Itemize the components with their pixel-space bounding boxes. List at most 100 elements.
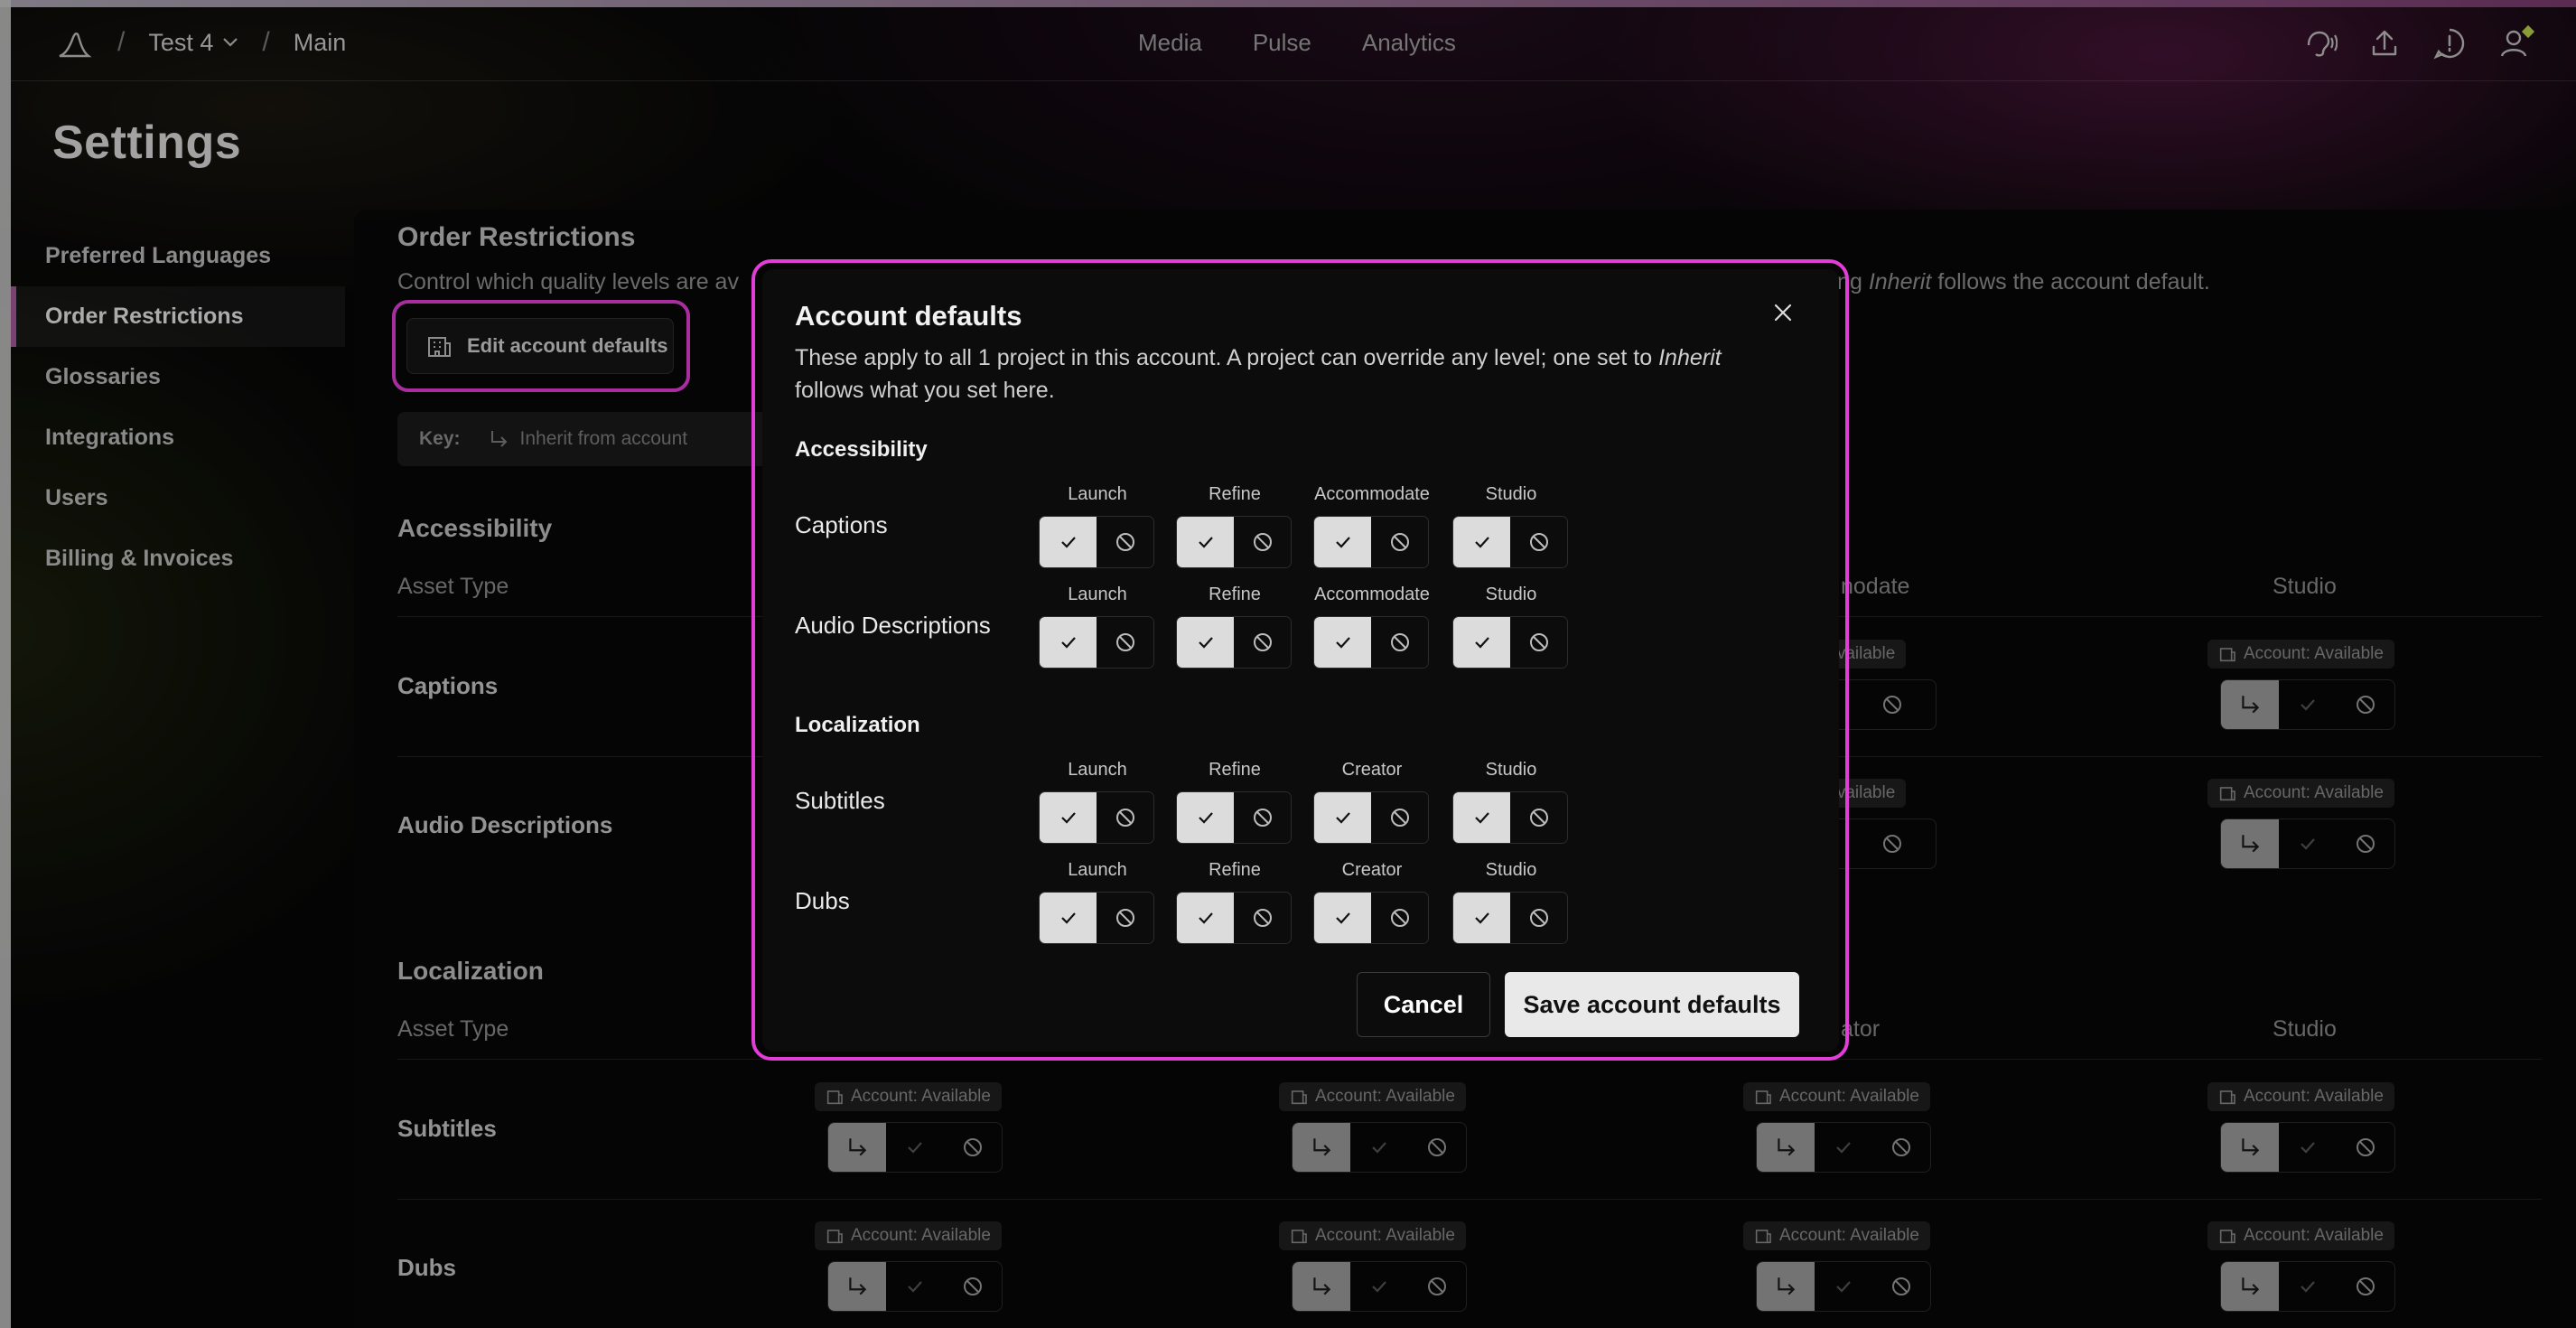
check-icon	[1198, 912, 1213, 924]
ban-icon	[1390, 809, 1409, 827]
block-option[interactable]	[1234, 617, 1291, 668]
cancel-button[interactable]: Cancel	[1357, 972, 1490, 1037]
block-option[interactable]	[1371, 792, 1428, 843]
allow-option[interactable]	[1453, 617, 1510, 668]
block-option[interactable]	[1371, 617, 1428, 668]
captions-accommodate-toggle	[1313, 516, 1429, 568]
block-option[interactable]	[1234, 893, 1291, 943]
allow-option[interactable]	[1453, 792, 1510, 843]
ban-icon	[1529, 809, 1548, 827]
check-icon	[1198, 637, 1213, 649]
subtitles-studio-toggle	[1452, 791, 1568, 844]
captions-refine-toggle	[1176, 516, 1292, 568]
block-option[interactable]	[1097, 792, 1153, 843]
check-icon	[1335, 537, 1350, 548]
subtitles-launch-toggle	[1039, 791, 1154, 844]
allow-option[interactable]	[1314, 617, 1371, 668]
save-account-defaults-button[interactable]: Save account defaults	[1505, 972, 1799, 1037]
block-option[interactable]	[1371, 893, 1428, 943]
ban-icon	[1390, 533, 1409, 551]
level-label: Refine	[1209, 585, 1261, 604]
level-label: Accommodate	[1314, 484, 1430, 504]
level-label: Accommodate	[1314, 585, 1430, 604]
dialog-row-label-dubs: Dubs	[795, 887, 850, 914]
close-button[interactable]	[1765, 295, 1801, 331]
level-label: Studio	[1485, 484, 1537, 504]
allow-option[interactable]	[1453, 517, 1510, 567]
close-icon	[1774, 304, 1792, 322]
ban-icon	[1529, 909, 1548, 927]
block-option[interactable]	[1510, 617, 1567, 668]
allow-option[interactable]	[1314, 517, 1371, 567]
ban-icon	[1529, 633, 1548, 651]
block-option[interactable]	[1371, 517, 1428, 567]
block-option[interactable]	[1510, 893, 1567, 943]
check-icon	[1474, 912, 1489, 924]
level-label: Refine	[1209, 484, 1261, 504]
dialog-title: Account defaults	[795, 300, 1022, 332]
audio-descriptions-accommodate-toggle	[1313, 616, 1429, 669]
allow-option[interactable]	[1453, 893, 1510, 943]
level-label: Creator	[1341, 760, 1403, 780]
allow-option[interactable]	[1314, 792, 1371, 843]
captions-refine-option: Refine	[1176, 484, 1293, 568]
captions-studio-option: Studio	[1452, 484, 1570, 568]
subtitles-creator-option: Creator	[1313, 760, 1431, 844]
allow-option[interactable]	[1177, 517, 1234, 567]
block-option[interactable]	[1234, 792, 1291, 843]
block-option[interactable]	[1097, 617, 1153, 668]
allow-option[interactable]	[1040, 617, 1097, 668]
dialog-section-localization: Localization	[795, 713, 920, 737]
allow-option[interactable]	[1177, 617, 1234, 668]
ban-icon	[1253, 809, 1272, 827]
audio-descriptions-refine-toggle	[1176, 616, 1292, 669]
level-label: Studio	[1485, 585, 1537, 604]
allow-option[interactable]	[1314, 893, 1371, 943]
audio-descriptions-launch-toggle	[1039, 616, 1154, 669]
block-option[interactable]	[1097, 893, 1153, 943]
check-icon	[1060, 537, 1076, 548]
captions-launch-toggle	[1039, 516, 1154, 568]
ban-icon	[1115, 533, 1134, 551]
allow-option[interactable]	[1177, 893, 1234, 943]
level-label: Launch	[1068, 484, 1127, 504]
subtitles-refine-option: Refine	[1176, 760, 1293, 844]
level-label: Studio	[1485, 760, 1537, 780]
check-icon	[1335, 912, 1350, 924]
check-icon	[1474, 637, 1489, 649]
ban-icon	[1115, 809, 1134, 827]
level-label: Launch	[1068, 860, 1127, 880]
allow-option[interactable]	[1177, 792, 1234, 843]
subtitles-studio-option: Studio	[1452, 760, 1570, 844]
audio-descriptions-refine-option: Refine	[1176, 585, 1293, 669]
block-option[interactable]	[1234, 517, 1291, 567]
dialog-description: These apply to all 1 project in this acc…	[795, 345, 1722, 403]
ban-icon	[1253, 633, 1272, 651]
allow-option[interactable]	[1040, 517, 1097, 567]
ban-icon	[1115, 909, 1134, 927]
captions-studio-toggle	[1452, 516, 1568, 568]
dubs-launch-option: Launch	[1039, 860, 1156, 944]
allow-option[interactable]	[1040, 893, 1097, 943]
subtitles-creator-toggle	[1313, 791, 1429, 844]
dubs-creator-option: Creator	[1313, 860, 1431, 944]
subtitles-refine-toggle	[1176, 791, 1292, 844]
allow-option[interactable]	[1040, 792, 1097, 843]
check-icon	[1198, 812, 1213, 824]
block-option[interactable]	[1097, 517, 1153, 567]
check-icon	[1335, 637, 1350, 649]
ban-icon	[1253, 533, 1272, 551]
audio-descriptions-studio-option: Studio	[1452, 585, 1570, 669]
level-label: Studio	[1485, 860, 1537, 880]
block-option[interactable]	[1510, 517, 1567, 567]
block-option[interactable]	[1510, 792, 1567, 843]
check-icon	[1060, 912, 1076, 924]
captions-accommodate-option: Accommodate	[1313, 484, 1431, 568]
dubs-studio-option: Studio	[1452, 860, 1570, 944]
account-defaults-dialog: Account defaults These apply to all 1 pr…	[762, 269, 1839, 1052]
level-label: Refine	[1209, 860, 1261, 880]
dialog-section-accessibility: Accessibility	[795, 437, 928, 462]
check-icon	[1474, 537, 1489, 548]
dubs-refine-toggle	[1176, 892, 1292, 944]
captions-launch-option: Launch	[1039, 484, 1156, 568]
